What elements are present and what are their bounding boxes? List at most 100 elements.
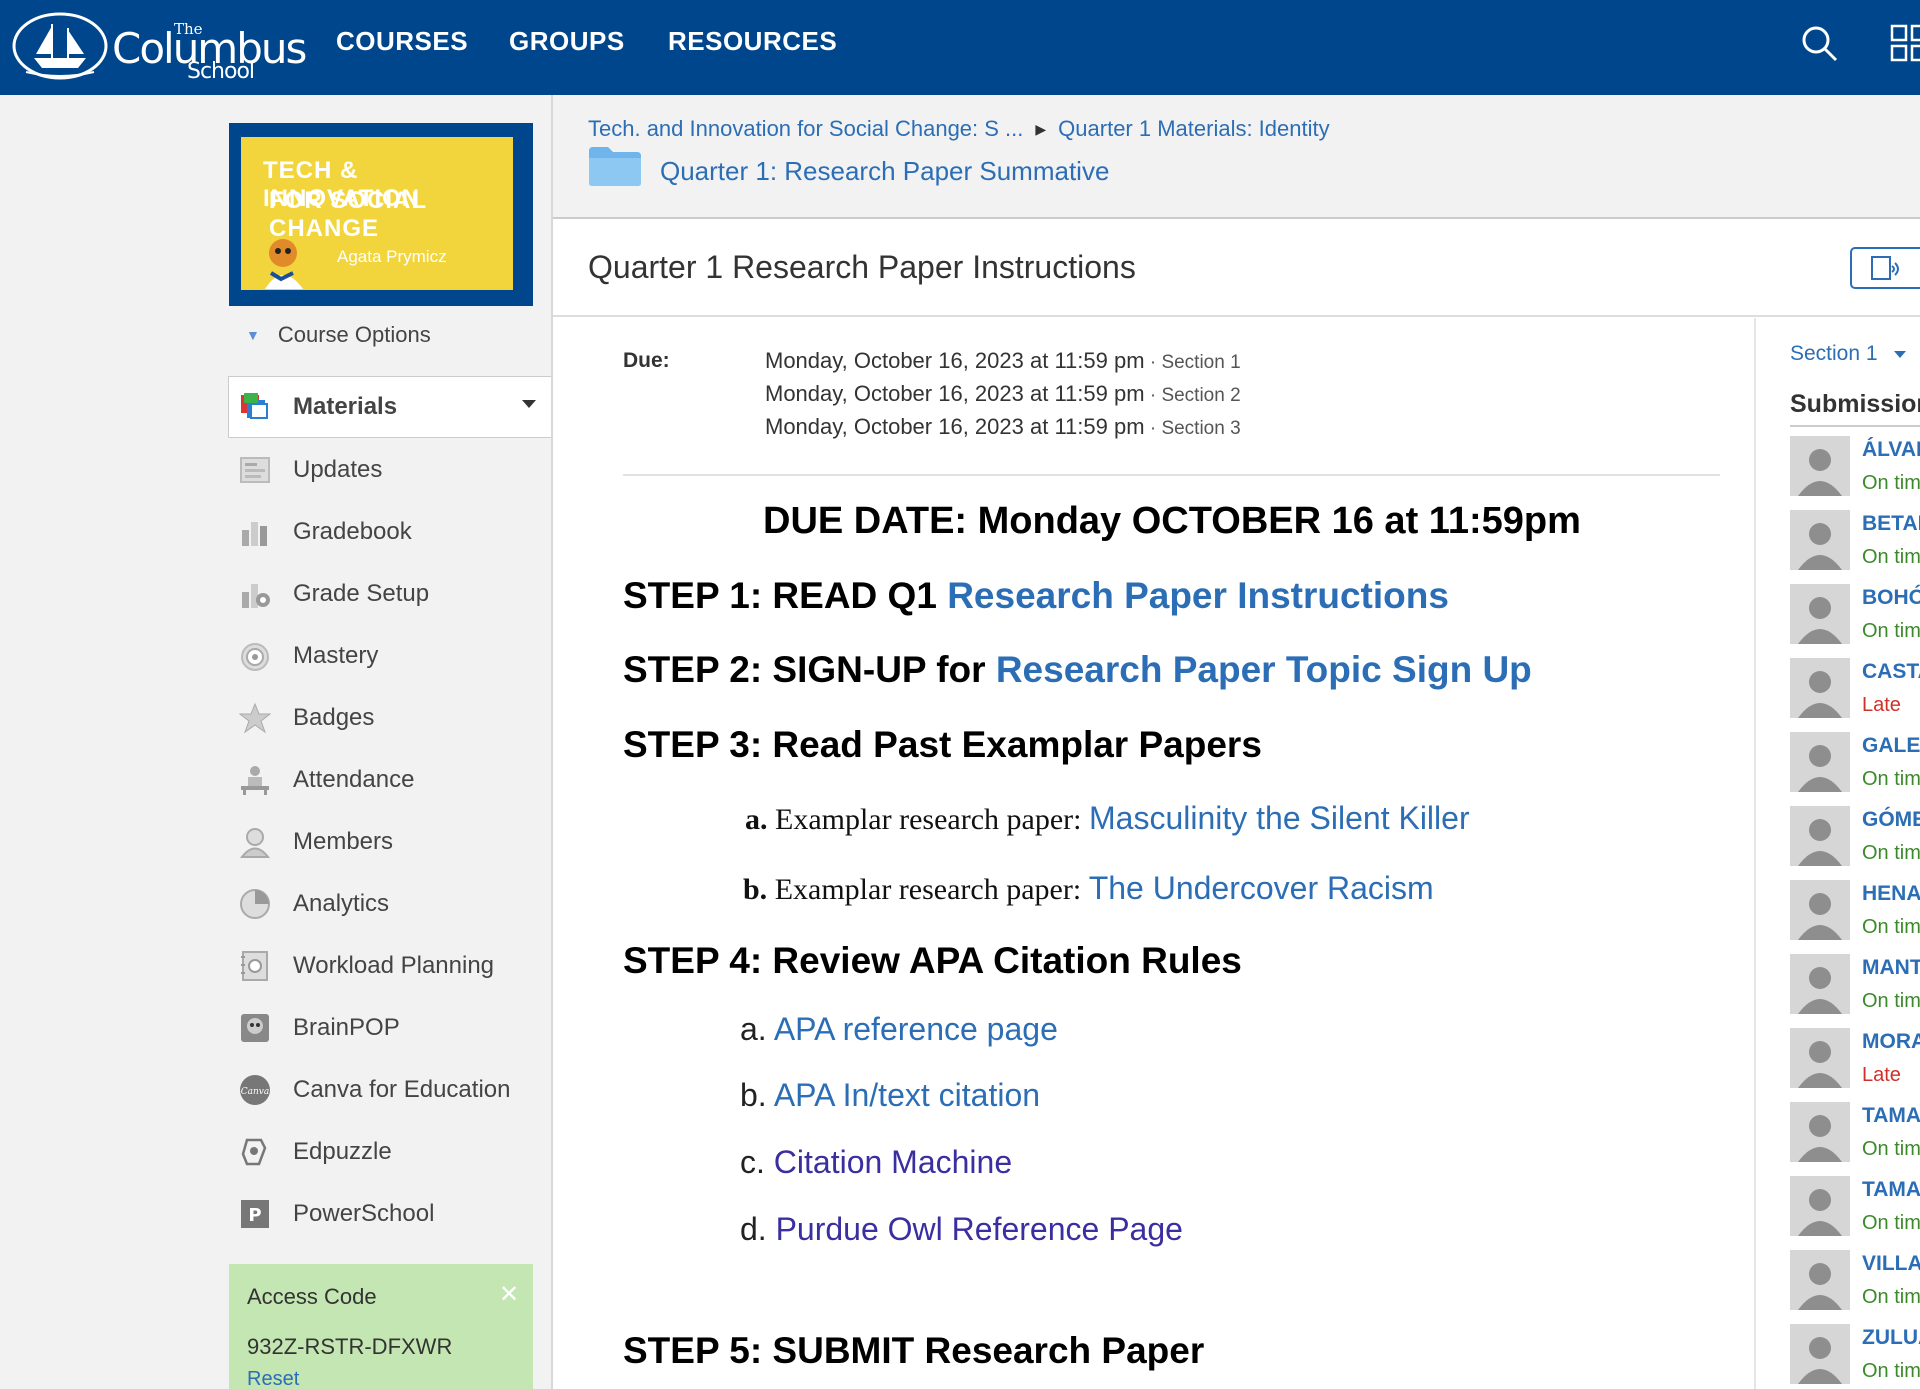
citation-machine-link[interactable]: Citation Machine bbox=[774, 1144, 1012, 1180]
access-code-panel: Access Code ✕ 932Z-RSTR-DFXWR Reset bbox=[229, 1264, 533, 1389]
item-letter: b. bbox=[743, 873, 768, 906]
sidebar-item-brainpop[interactable]: BrainPOP bbox=[237, 1003, 400, 1053]
sidebar-item-label: BrainPOP bbox=[293, 1014, 400, 1041]
due-row-section-1: Monday, October 16, 2023 at 11:59 pm · S… bbox=[765, 348, 1241, 373]
apa-reference-page-link[interactable]: APA reference page bbox=[774, 1011, 1058, 1047]
student-name[interactable]: VILLA bbox=[1862, 1252, 1920, 1276]
logo-school: School bbox=[187, 59, 255, 84]
workload-planning-icon bbox=[237, 948, 273, 984]
nav-groups[interactable]: GROUPS bbox=[509, 26, 625, 57]
sidebar-item-materials[interactable]: Materials bbox=[237, 382, 397, 432]
student-name[interactable]: GALEA bbox=[1862, 734, 1920, 758]
student-submission-row[interactable]: GALEA On tim bbox=[1790, 732, 1920, 794]
student-submission-row[interactable]: CASTA Late bbox=[1790, 658, 1920, 720]
reset-access-code-link[interactable]: Reset bbox=[247, 1368, 299, 1389]
immersive-reader-button[interactable] bbox=[1850, 247, 1920, 289]
sidebar-item-gradebook[interactable]: Gradebook bbox=[237, 507, 412, 557]
avatar bbox=[1790, 1176, 1850, 1236]
course-options-label: Course Options bbox=[277, 322, 431, 347]
masculinity-paper-link[interactable]: Masculinity the Silent Killer bbox=[1089, 800, 1470, 836]
item-letter: c. bbox=[740, 1144, 765, 1180]
nav-resources[interactable]: RESOURCES bbox=[668, 26, 837, 57]
submissions-divider-line bbox=[1790, 425, 1920, 427]
current-folder-title[interactable]: Quarter 1: Research Paper Summative bbox=[660, 156, 1109, 187]
avatar bbox=[1790, 880, 1850, 940]
top-navigation-bar: The Columbus School COURSES GROUPS RESOU… bbox=[0, 0, 1920, 95]
sidebar-item-label: Updates bbox=[293, 456, 383, 483]
school-logo[interactable]: The Columbus School bbox=[12, 10, 307, 84]
caret-down-icon: ▼ bbox=[246, 327, 260, 343]
sidebar-item-label: Workload Planning bbox=[293, 952, 495, 979]
student-submission-row[interactable]: BOHÓ On tim bbox=[1790, 584, 1920, 646]
avatar bbox=[1790, 658, 1850, 718]
submissions-divider bbox=[1754, 318, 1756, 1389]
step-3-item-b: b. Examplar research paper: The Undercov… bbox=[743, 870, 1434, 907]
course-profile-image[interactable]: TECH & INNOVATION FOR SOCIAL CHANGE Agat… bbox=[229, 123, 533, 306]
sidebar-item-mastery[interactable]: Mastery bbox=[237, 631, 378, 681]
item-letter: b. bbox=[740, 1077, 767, 1113]
close-icon[interactable]: ✕ bbox=[499, 1280, 519, 1309]
student-name[interactable]: BETAN bbox=[1862, 512, 1920, 536]
topic-sign-up-link[interactable]: Research Paper Topic Sign Up bbox=[996, 649, 1532, 690]
student-name[interactable]: TAMA bbox=[1862, 1104, 1920, 1128]
student-name[interactable]: CASTA bbox=[1862, 660, 1920, 684]
nav-courses[interactable]: COURSES bbox=[336, 26, 468, 57]
apps-grid-icon[interactable] bbox=[1890, 24, 1920, 64]
submission-status: On tim bbox=[1862, 1286, 1920, 1308]
materials-dropdown-icon[interactable] bbox=[522, 400, 536, 408]
student-submission-row[interactable]: TAMA On tim bbox=[1790, 1176, 1920, 1238]
section-selector[interactable]: Section 1 bbox=[1790, 342, 1906, 366]
student-submission-row[interactable]: TAMA On tim bbox=[1790, 1102, 1920, 1164]
sidebar-item-analytics[interactable]: Analytics bbox=[237, 879, 389, 929]
submission-status: Late bbox=[1862, 1064, 1901, 1086]
student-submission-row[interactable]: MORA Late bbox=[1790, 1028, 1920, 1090]
updates-icon bbox=[237, 452, 273, 488]
student-submission-row[interactable]: ÁLVAF On tim bbox=[1790, 436, 1920, 498]
submissions-title: Submissions bbox=[1790, 390, 1920, 418]
sidebar-item-label: Grade Setup bbox=[293, 580, 430, 607]
sidebar-item-canva[interactable]: Canva Canva for Education bbox=[237, 1065, 510, 1115]
item-text: Examplar research paper: bbox=[767, 873, 1089, 906]
undercover-racism-link[interactable]: The Undercover Racism bbox=[1089, 870, 1434, 906]
student-name[interactable]: BOHÓ bbox=[1862, 586, 1920, 610]
submission-status: Late bbox=[1862, 694, 1901, 716]
student-name[interactable]: ZULUA bbox=[1862, 1326, 1920, 1350]
sidebar-item-members[interactable]: Members bbox=[237, 817, 393, 867]
course-options-toggle[interactable]: ▼ Course Options bbox=[246, 322, 431, 348]
search-icon[interactable] bbox=[1800, 24, 1840, 64]
page-title: Quarter 1 Research Paper Instructions bbox=[588, 249, 1136, 285]
avatar bbox=[1790, 510, 1850, 570]
student-submission-row[interactable]: HENA On tim bbox=[1790, 880, 1920, 942]
student-submission-row[interactable]: BETAN On tim bbox=[1790, 510, 1920, 572]
sidebar-item-updates[interactable]: Updates bbox=[237, 445, 382, 495]
breadcrumb-folder-link[interactable]: Quarter 1 Materials: Identity bbox=[1058, 116, 1329, 142]
student-name[interactable]: ÁLVAF bbox=[1862, 438, 1920, 462]
research-paper-instructions-link[interactable]: Research Paper Instructions bbox=[947, 575, 1449, 616]
student-name[interactable]: TAMA bbox=[1862, 1178, 1920, 1202]
sidebar-item-attendance[interactable]: Attendance bbox=[237, 755, 414, 805]
folder-icon bbox=[589, 147, 641, 186]
student-name[interactable]: HENA bbox=[1862, 882, 1920, 906]
student-name[interactable]: MORA bbox=[1862, 1030, 1920, 1054]
step-3-item-a: a. Examplar research paper: Masculinity … bbox=[745, 800, 1470, 837]
avatar bbox=[1790, 732, 1850, 792]
submission-status: On tim bbox=[1862, 546, 1920, 568]
student-submission-row[interactable]: VILLA On tim bbox=[1790, 1250, 1920, 1312]
purdue-owl-link[interactable]: Purdue Owl Reference Page bbox=[776, 1211, 1183, 1247]
student-name[interactable]: GÓME bbox=[1862, 808, 1920, 832]
access-code-title: Access Code bbox=[247, 1284, 377, 1309]
student-submission-row[interactable]: ZULUA On tim bbox=[1790, 1324, 1920, 1386]
sidebar-item-powerschool[interactable]: P PowerSchool bbox=[237, 1189, 434, 1239]
student-name[interactable]: MANT bbox=[1862, 956, 1920, 980]
sidebar-item-label: Gradebook bbox=[293, 518, 412, 545]
powerschool-icon: P bbox=[237, 1196, 273, 1232]
student-submission-row[interactable]: GÓME On tim bbox=[1790, 806, 1920, 868]
sidebar-item-badges[interactable]: Badges bbox=[237, 693, 374, 743]
student-submission-row[interactable]: MANT On tim bbox=[1790, 954, 1920, 1016]
sidebar-item-workload-planning[interactable]: Workload Planning bbox=[237, 941, 494, 991]
breadcrumb-course-link[interactable]: Tech. and Innovation for Social Change: … bbox=[588, 116, 1023, 142]
apa-in-text-citation-link[interactable]: APA In/text citation bbox=[774, 1077, 1040, 1113]
submission-status: On tim bbox=[1862, 620, 1920, 642]
sidebar-item-grade-setup[interactable]: Grade Setup bbox=[237, 569, 429, 619]
sidebar-item-edpuzzle[interactable]: Edpuzzle bbox=[237, 1127, 392, 1177]
